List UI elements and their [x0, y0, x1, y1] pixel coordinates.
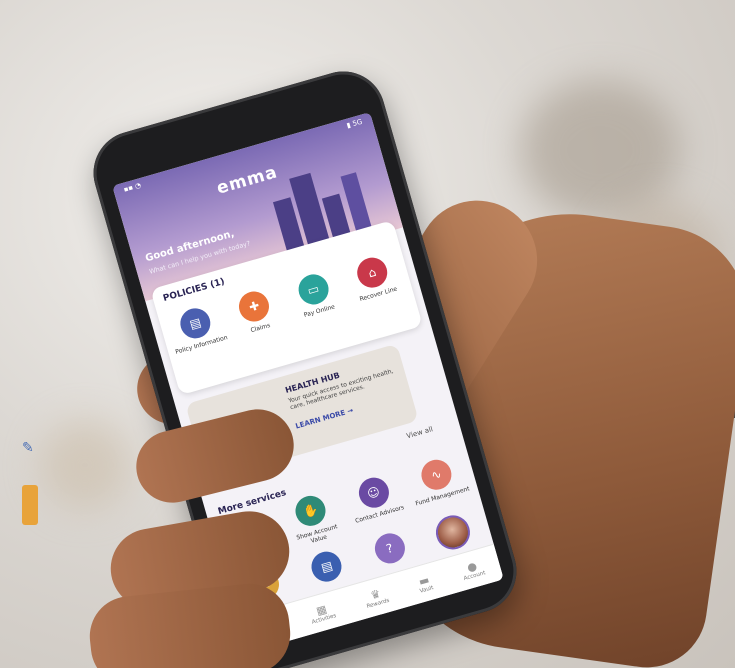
- avatar: [431, 511, 474, 554]
- service-label: Fund Management: [414, 485, 471, 508]
- help-icon: ?: [371, 529, 409, 568]
- arrow-right-icon: →: [346, 406, 355, 416]
- photo-scene: ✎ ▪▪ ◔ ▮ 5G emma Good afternoon, What can…: [0, 0, 735, 668]
- tab-activities[interactable]: ▦ Activities: [308, 600, 337, 625]
- advisor-icon: ☺: [355, 474, 393, 512]
- policy-label: Policy Information: [174, 334, 229, 356]
- policy-item[interactable]: ✚ Claims: [223, 284, 288, 339]
- home-icon: ⌂: [353, 254, 391, 292]
- account-icon: ✋: [292, 492, 330, 530]
- policy-label: Recover Line: [358, 285, 398, 303]
- background-blur: [520, 80, 680, 220]
- tab-vault[interactable]: ▬ Vault: [415, 572, 434, 595]
- policy-item[interactable]: ⌂ Recover Line: [341, 250, 406, 305]
- learn-more-link[interactable]: LEARN MORE →: [295, 406, 355, 430]
- service-item[interactable]: ☺ Contact Advisors: [343, 471, 410, 533]
- view-all-link[interactable]: View all: [406, 425, 434, 440]
- service-label: Contact Advisors: [354, 504, 406, 525]
- clipboard-object: [22, 485, 38, 525]
- policy-label: Pay Online: [303, 303, 336, 319]
- card-icon: ▭: [294, 270, 332, 309]
- document-icon: ▤: [176, 304, 214, 342]
- background-blur: [40, 420, 130, 510]
- service-item[interactable]: ✋ Show Account Value: [280, 489, 347, 551]
- claims-icon: ✚: [235, 287, 273, 325]
- service-item[interactable]: ∿ Fund Management: [405, 453, 472, 515]
- policy-label: Claims: [249, 321, 272, 335]
- pen-icon: ✎: [22, 440, 34, 456]
- service-label: Show Account Value: [295, 523, 339, 545]
- tab-rewards[interactable]: ♛ Rewards: [362, 585, 390, 610]
- policy-item[interactable]: ▭ Pay Online: [282, 267, 347, 322]
- hand-finger: [85, 579, 295, 668]
- document-icon: ▤: [308, 547, 346, 586]
- policy-item[interactable]: ▤ Policy Information: [164, 301, 229, 356]
- chart-icon: ∿: [417, 456, 455, 494]
- tab-account[interactable]: ● Account: [459, 557, 486, 582]
